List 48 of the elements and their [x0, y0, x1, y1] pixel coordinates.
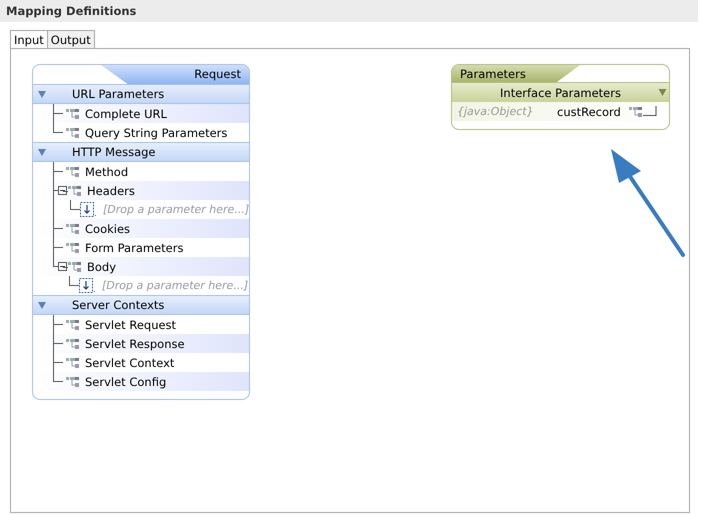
collapse-icon[interactable]: [58, 186, 67, 195]
drop-placeholder: [Drop a parameter here...]: [103, 203, 249, 216]
node-icon: [68, 260, 84, 272]
node-label: Servlet Request: [85, 318, 176, 332]
node-icon: [66, 376, 82, 388]
node-label: Servlet Response: [85, 336, 185, 350]
node-icon: [66, 318, 82, 330]
section-label: Server Contexts: [72, 298, 164, 312]
expanded-icon[interactable]: [38, 302, 46, 308]
collapse-icon[interactable]: [58, 262, 67, 271]
node-icon: [66, 338, 82, 350]
node-label: Method: [85, 164, 128, 178]
parameter-type: {java:Object}: [456, 105, 535, 118]
node-label: Cookies: [85, 222, 130, 236]
node-icon: [66, 166, 82, 178]
node-icon: [66, 108, 82, 120]
node-label: Complete URL: [85, 106, 167, 120]
tree-section-row[interactable]: HTTP Message: [33, 142, 249, 162]
drop-target-icon: [79, 278, 95, 294]
drop-placeholder: [Drop a parameter here...]: [102, 279, 248, 292]
dropdown-icon[interactable]: [658, 89, 667, 96]
node-label: Headers: [87, 184, 135, 198]
card-title: Parameters: [452, 65, 580, 82]
section-label: URL Parameters: [72, 87, 164, 101]
node-icon: [66, 356, 82, 368]
node-label: Servlet Context: [85, 356, 174, 370]
parameter-name: custRecord: [557, 104, 621, 118]
node-icon: [68, 184, 84, 196]
node-icon: [66, 126, 82, 138]
node-icon: [66, 222, 82, 234]
panel-title: Mapping Definitions: [6, 4, 136, 18]
node-label: Query String Parameters: [85, 126, 228, 140]
node-label: Body: [87, 260, 116, 274]
tree-section-row[interactable]: Server Contexts: [33, 295, 249, 315]
node-label: Form Parameters: [85, 240, 184, 254]
group-label: Interface Parameters: [500, 86, 621, 100]
tree-row[interactable]: Query String Parameters: [33, 123, 249, 142]
tab[interactable]: Input: [10, 30, 48, 48]
section-label: HTTP Message: [72, 145, 156, 159]
expanded-icon[interactable]: [38, 90, 46, 98]
drop-target-icon: [80, 202, 96, 218]
tab[interactable]: Output: [48, 30, 95, 48]
node-icon: [628, 106, 657, 118]
expanded-icon[interactable]: [38, 148, 46, 156]
card-title: Request: [101, 65, 249, 84]
node-label: Servlet Config: [85, 374, 166, 388]
node-icon: [66, 242, 82, 254]
tree-section-row[interactable]: URL Parameters: [33, 84, 249, 104]
